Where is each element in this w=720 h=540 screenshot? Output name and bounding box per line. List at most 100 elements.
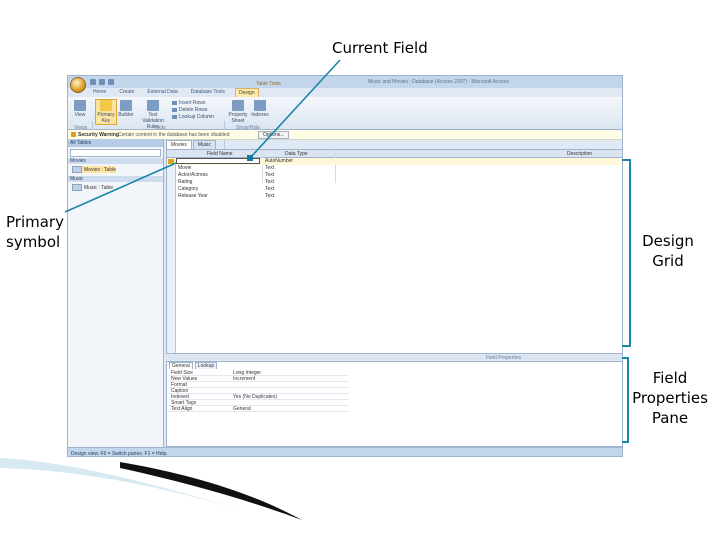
nav-group-music[interactable]: Music xyxy=(68,176,163,182)
status-bar-text: Design view. F6 = Switch panes. F1 = Hel… xyxy=(71,451,168,457)
column-header-data-type: Data Type xyxy=(285,151,308,157)
tab-create[interactable]: Create xyxy=(116,88,137,97)
title-bar: Music and Movies : Database (Access 2007… xyxy=(68,76,622,88)
property-sheet-icon xyxy=(232,100,244,111)
tab-external-data[interactable]: External Data xyxy=(144,88,180,97)
lookup-column-label: Lookup Column xyxy=(179,114,215,120)
nav-item-label: Movies : Table xyxy=(84,166,116,173)
insert-rows-button[interactable]: Insert Rows xyxy=(172,100,205,106)
field-name-cell[interactable]: Movie xyxy=(178,165,191,171)
decorative-swoosh-shadow xyxy=(120,462,302,520)
field-name-cell[interactable]: Release Year xyxy=(178,193,208,199)
data-type-cell[interactable]: Text xyxy=(265,172,274,178)
save-icon[interactable] xyxy=(90,79,96,85)
window-title: Music and Movies : Database (Access 2007… xyxy=(368,79,509,85)
nav-item-movies-table[interactable]: Movies : Table xyxy=(72,166,116,173)
table-row[interactable]: Release Year Text xyxy=(167,193,622,200)
table-row[interactable]: Category Text xyxy=(167,186,622,193)
table-row[interactable]: Rating Text xyxy=(167,179,622,186)
doc-tab-music[interactable]: Music xyxy=(192,140,216,149)
table-row[interactable]: Actor/Actress Text xyxy=(167,172,622,179)
document-tabs: Movies Music xyxy=(166,140,216,149)
security-warning-title: Security Warning xyxy=(78,132,119,138)
table-icon xyxy=(72,166,82,173)
property-sheet-button[interactable]: Property Sheet xyxy=(228,100,248,124)
data-type-cell[interactable]: Text xyxy=(265,186,274,192)
insert-rows-icon xyxy=(172,101,177,105)
navigation-pane-title: All Tables xyxy=(70,140,92,146)
ribbon-tabs: Home Create External Data Database Tools… xyxy=(90,88,259,97)
nav-group-movies[interactable]: Movies xyxy=(68,158,163,164)
decorative-swoosh xyxy=(0,458,250,512)
tab-lookup[interactable]: Lookup xyxy=(194,362,218,369)
field-name-cell[interactable]: Rating xyxy=(178,179,192,185)
field-name-cell[interactable]: Actor/Actress xyxy=(178,172,208,178)
tab-design[interactable]: Design xyxy=(235,88,259,97)
field-properties-callout: Field Properties Pane xyxy=(628,368,712,428)
builder-button-label: Builder xyxy=(118,112,134,118)
access-window-screenshot: Music and Movies : Database (Access 2007… xyxy=(67,75,623,457)
property-row[interactable]: Text Align General xyxy=(169,406,349,412)
context-tab-label: Table Tools xyxy=(256,81,281,87)
design-grid: Field Name Data Type Description AutoNum… xyxy=(166,149,622,354)
primary-key-icon xyxy=(168,159,174,164)
primary-key-button[interactable]: Primary Key xyxy=(95,99,117,125)
property-sheet-label: Property Sheet xyxy=(228,112,248,124)
current-field-cell[interactable] xyxy=(176,158,260,164)
column-header-field-name: Field Name xyxy=(207,151,233,157)
lookup-column-button[interactable]: Lookup Column xyxy=(172,114,214,120)
table-icon xyxy=(72,184,82,191)
design-grid-callout-line1: Design xyxy=(642,232,694,250)
status-bar: Design view. F6 = Switch panes. F1 = Hel… xyxy=(68,447,622,457)
nav-item-label: Music : Table xyxy=(84,184,114,191)
navigation-pane-header[interactable]: All Tables xyxy=(68,139,163,147)
field-properties-callout-line2: Properties xyxy=(632,389,708,407)
property-value[interactable]: General xyxy=(233,406,251,412)
security-options-button[interactable]: Options... xyxy=(258,131,290,139)
undo-icon[interactable] xyxy=(99,79,105,85)
delete-rows-button[interactable]: Delete Rows xyxy=(172,107,207,113)
data-type-cell[interactable]: Text xyxy=(265,179,274,185)
primary-key-icon xyxy=(100,100,112,111)
table-row[interactable]: AutoNumber xyxy=(167,158,622,165)
tab-home[interactable]: Home xyxy=(90,88,109,97)
nav-item-music-table[interactable]: Music : Table xyxy=(72,184,113,191)
indexes-button[interactable]: Indexes xyxy=(251,100,269,118)
field-name-cell[interactable]: Category xyxy=(178,186,198,192)
design-grid-callout: Design Grid xyxy=(636,231,700,271)
navigation-search-input[interactable] xyxy=(70,149,161,157)
redo-icon[interactable] xyxy=(108,79,114,85)
column-header-description: Description xyxy=(567,151,593,157)
ribbon: View Primary Key Builder Test Validation… xyxy=(68,97,622,149)
delete-rows-label: Delete Rows xyxy=(179,107,208,113)
data-type-cell[interactable]: Text xyxy=(265,193,274,199)
data-type-cell[interactable]: Text xyxy=(265,165,274,171)
field-properties-caption-bar: Field Properties xyxy=(166,355,622,361)
security-warning-message: Certain content in the database has been… xyxy=(118,132,230,138)
view-icon xyxy=(74,100,86,111)
design-grid-bracket xyxy=(622,159,631,347)
office-button-icon[interactable] xyxy=(70,77,86,93)
builder-icon xyxy=(120,100,132,111)
lookup-column-icon xyxy=(172,115,177,119)
builder-button[interactable]: Builder xyxy=(118,100,134,118)
shield-icon xyxy=(71,132,76,137)
doc-tab-movies[interactable]: Movies xyxy=(166,140,192,149)
field-properties-callout-line1: Field xyxy=(652,369,688,387)
test-validation-icon xyxy=(147,100,159,111)
field-properties-pane: General Lookup Field Size Long Integer Ne… xyxy=(166,361,622,447)
design-grid-callout-line2: Grid xyxy=(652,252,684,270)
nav-group-label: Movies xyxy=(70,158,86,164)
primary-key-button-label: Primary Key xyxy=(97,112,115,124)
view-button-label: View xyxy=(74,112,86,118)
current-field-callout: Current Field xyxy=(332,39,428,57)
table-row[interactable]: Movie Text xyxy=(167,165,622,172)
insert-rows-label: Insert Rows xyxy=(179,100,206,106)
tab-database-tools[interactable]: Database Tools xyxy=(188,88,228,97)
field-properties-callout-line3: Pane xyxy=(651,409,689,427)
tab-general[interactable]: General xyxy=(169,362,193,369)
design-grid-header: Field Name Data Type Description xyxy=(167,150,622,158)
navigation-pane: All Tables Movies Movies : Table Music M… xyxy=(68,139,164,447)
data-type-cell[interactable]: AutoNumber xyxy=(265,158,293,164)
view-button[interactable]: View xyxy=(71,100,89,118)
